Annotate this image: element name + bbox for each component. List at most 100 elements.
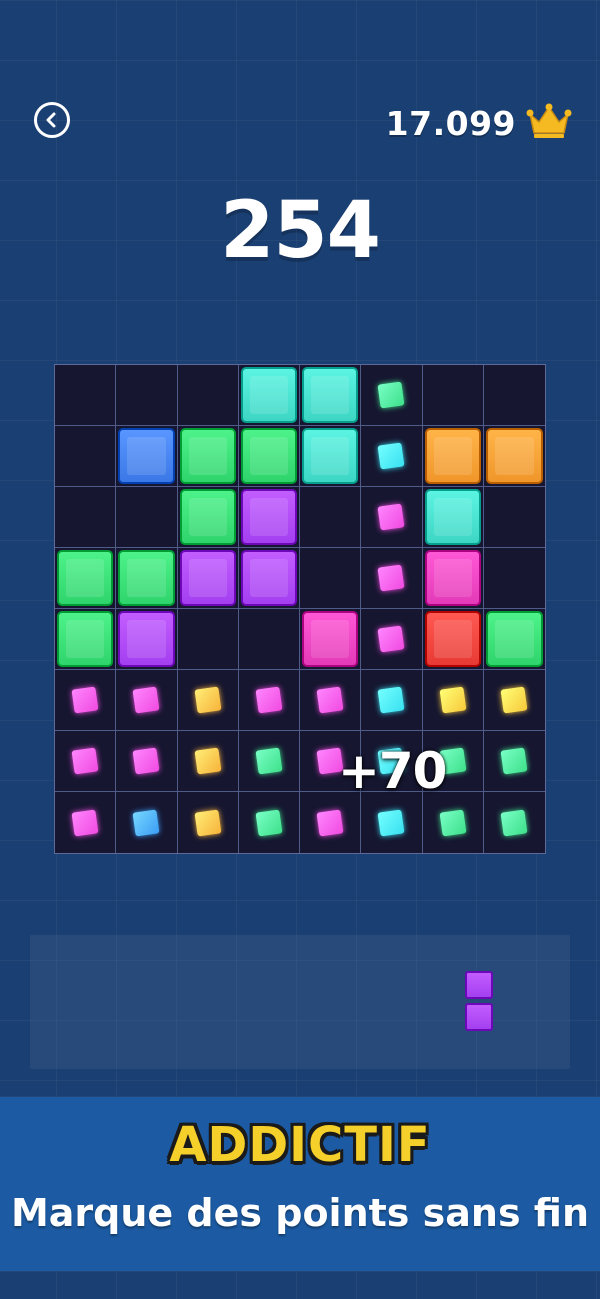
game-board[interactable]	[54, 364, 546, 854]
board-cell[interactable]	[116, 731, 178, 792]
clear-sparkle	[377, 564, 405, 592]
board-cell[interactable]	[422, 426, 484, 487]
clear-sparkle	[377, 625, 405, 653]
block	[424, 611, 481, 667]
board-cell[interactable]	[361, 487, 423, 548]
board-cell[interactable]	[483, 426, 545, 487]
block	[57, 550, 114, 606]
board-cell[interactable]	[483, 365, 545, 426]
board-cell[interactable]	[55, 548, 117, 609]
tray-piece[interactable]	[464, 971, 494, 1033]
board-cell[interactable]	[55, 792, 117, 853]
board-cell[interactable]	[55, 670, 117, 731]
board-cell[interactable]	[361, 426, 423, 487]
clear-sparkle	[377, 808, 405, 837]
piece-tray	[30, 935, 570, 1069]
points-popup: +70	[338, 742, 447, 800]
board-cell[interactable]	[300, 365, 362, 426]
board-cell[interactable]	[361, 792, 423, 853]
board-cell[interactable]	[55, 731, 117, 792]
board-cell[interactable]	[422, 609, 484, 670]
board-cell[interactable]	[178, 792, 239, 853]
board-cell[interactable]	[116, 487, 178, 548]
board-cell[interactable]	[300, 426, 362, 487]
board-cell[interactable]	[422, 548, 484, 609]
board-cell[interactable]	[177, 548, 239, 609]
board-cell[interactable]	[361, 548, 423, 609]
board-cell[interactable]	[238, 365, 300, 426]
board-cell[interactable]	[361, 670, 423, 731]
best-score: 17.099	[386, 100, 572, 146]
board-cell[interactable]	[116, 609, 178, 670]
board-cell[interactable]	[483, 609, 545, 670]
board-cell[interactable]	[238, 426, 300, 487]
clear-sparkle	[377, 381, 405, 409]
clear-sparkle	[194, 747, 222, 775]
best-score-value: 17.099	[385, 103, 516, 143]
board-cell[interactable]	[238, 487, 300, 548]
board-cell[interactable]	[239, 792, 300, 853]
board-cell[interactable]	[116, 670, 178, 731]
board-cell[interactable]	[423, 792, 484, 853]
board-cell[interactable]	[177, 731, 239, 792]
block	[302, 367, 359, 423]
board-cell[interactable]	[300, 548, 362, 609]
clear-sparkle	[71, 808, 99, 837]
board-cell[interactable]	[300, 609, 362, 670]
block	[118, 428, 175, 484]
block	[424, 489, 481, 545]
clear-sparkle	[377, 686, 405, 714]
clear-sparkle	[255, 808, 283, 837]
crown-icon	[526, 103, 572, 143]
board-cell[interactable]	[177, 670, 239, 731]
board-cell[interactable]	[422, 670, 484, 731]
block	[424, 550, 481, 606]
banner-subtitle: Marque des points sans fin	[10, 1191, 590, 1235]
clear-sparkle	[132, 686, 160, 714]
board-cell[interactable]	[55, 365, 117, 426]
board-cell[interactable]	[238, 731, 300, 792]
clear-sparkle	[500, 808, 528, 837]
board-cell[interactable]	[484, 792, 545, 853]
board-cell[interactable]	[55, 426, 117, 487]
board-cell[interactable]	[300, 670, 362, 731]
block	[57, 611, 114, 667]
clear-sparkle	[316, 686, 344, 714]
board-cell[interactable]	[177, 487, 239, 548]
board-cell[interactable]	[116, 426, 178, 487]
board-cell[interactable]	[177, 426, 239, 487]
board-cell[interactable]	[116, 548, 178, 609]
board-cell[interactable]	[238, 609, 300, 670]
board-cell[interactable]	[177, 609, 239, 670]
clear-sparkle	[500, 747, 528, 775]
board-cell[interactable]	[300, 792, 362, 853]
board-cell[interactable]	[116, 365, 178, 426]
board-cell[interactable]	[55, 609, 117, 670]
board-cell[interactable]	[483, 548, 545, 609]
board-cell[interactable]	[177, 365, 239, 426]
board-cell[interactable]	[55, 487, 117, 548]
chevron-left-icon	[45, 112, 59, 128]
clear-sparkle	[377, 503, 405, 531]
banner-title: ADDICTIF	[169, 1117, 431, 1173]
clear-sparkle	[439, 686, 467, 714]
board-cell[interactable]	[361, 365, 423, 426]
board-cell[interactable]	[483, 731, 545, 792]
board-cell[interactable]	[361, 609, 423, 670]
board-cell[interactable]	[483, 670, 545, 731]
back-button[interactable]	[34, 102, 70, 138]
board-cell[interactable]	[422, 365, 484, 426]
board-cell[interactable]	[238, 670, 300, 731]
board-cell[interactable]	[483, 487, 545, 548]
block	[179, 550, 236, 606]
block	[485, 428, 543, 484]
block	[240, 367, 297, 423]
board-cell[interactable]	[116, 792, 178, 853]
clear-sparkle	[255, 747, 283, 775]
clear-sparkle	[377, 442, 405, 470]
board-cell[interactable]	[422, 487, 484, 548]
clear-sparkle	[132, 808, 160, 837]
block	[424, 428, 481, 484]
board-cell[interactable]	[238, 548, 300, 609]
board-cell[interactable]	[300, 487, 362, 548]
